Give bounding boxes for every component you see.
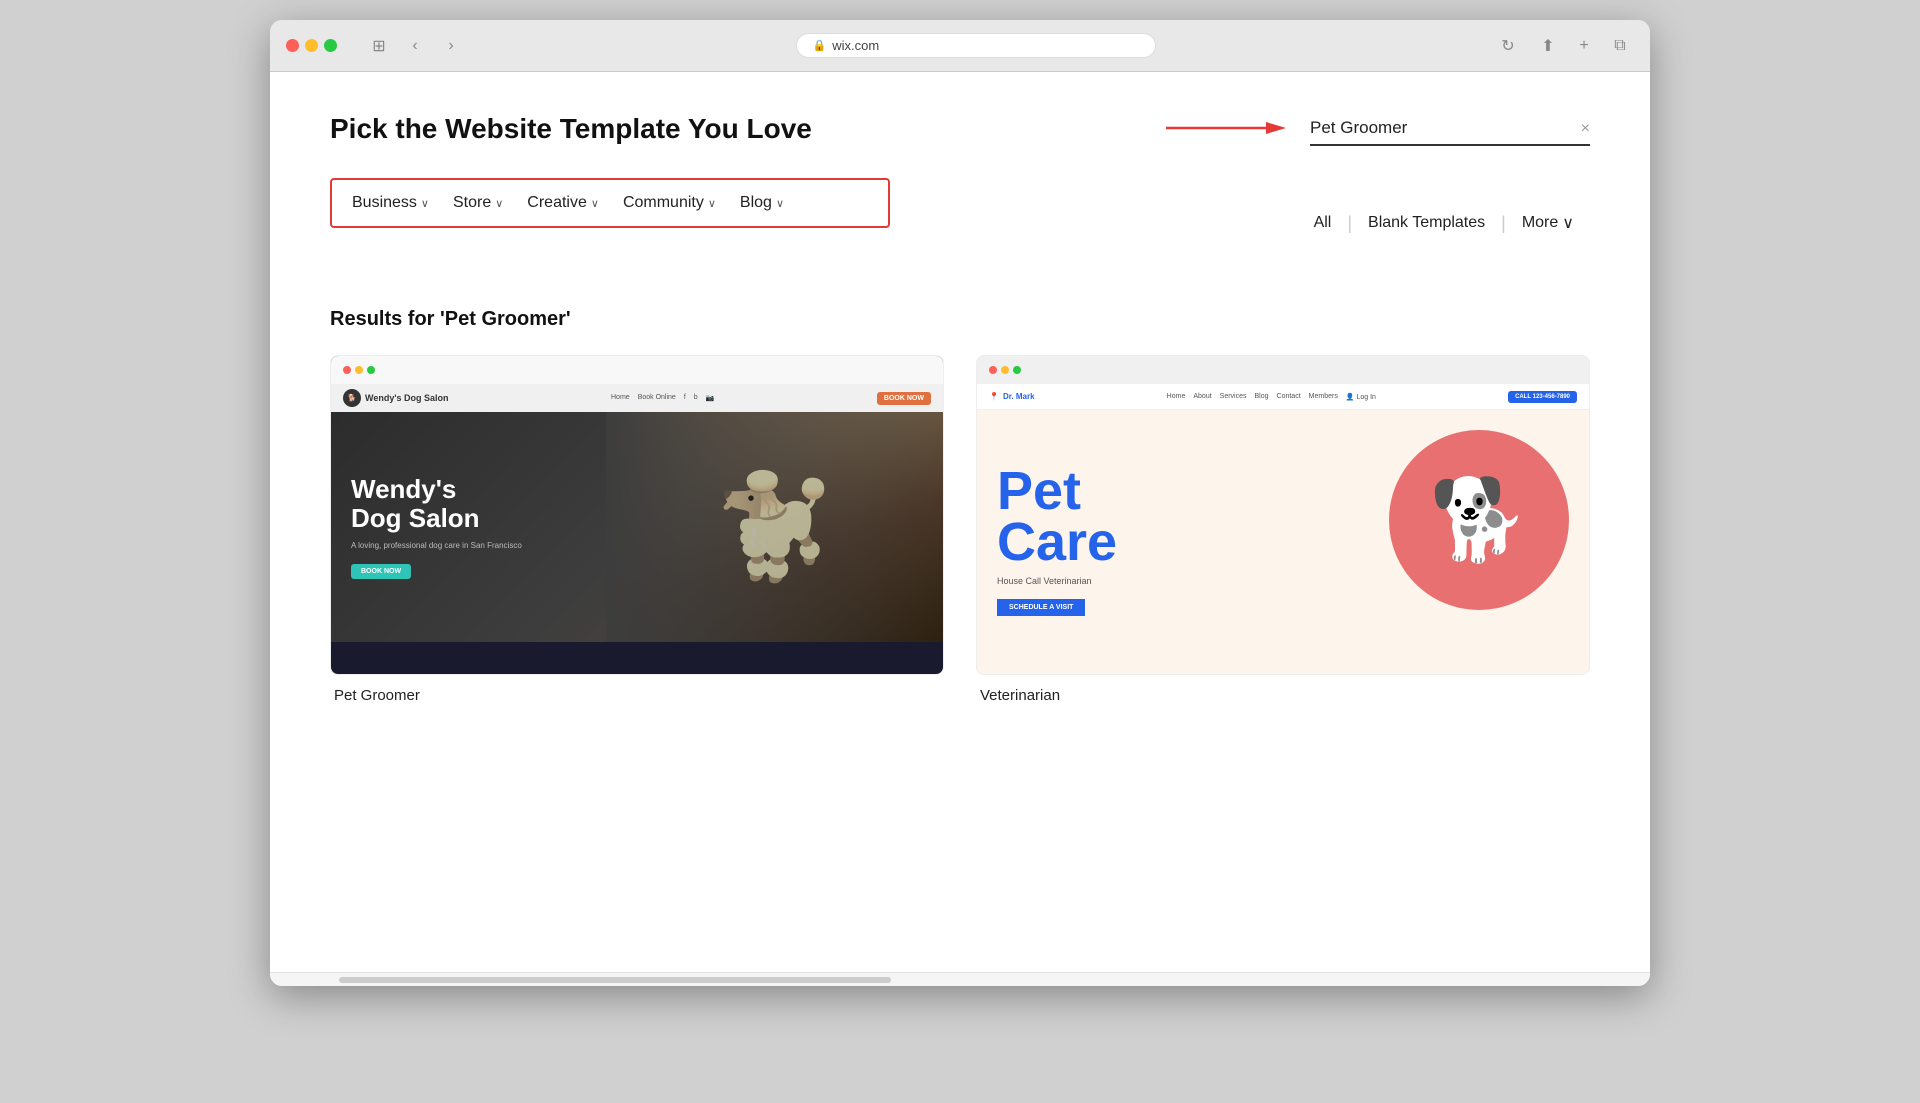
topbar-dots xyxy=(343,366,375,374)
filter-all[interactable]: All xyxy=(1298,214,1348,232)
nav-blog-label: Blog xyxy=(740,194,772,212)
wendys-hero-button: BOOK NOW xyxy=(351,564,411,579)
forward-button[interactable]: › xyxy=(437,32,465,60)
nav-creative-label: Creative xyxy=(527,194,587,212)
wendys-nav: 🐕 Wendy's Dog Salon Home Book Online f b… xyxy=(331,384,943,412)
tabs-button[interactable]: ⧉ xyxy=(1606,32,1634,60)
page-title: Pick the Website Template You Love xyxy=(330,112,812,146)
templates-grid: 🐕 Wendy's Dog Salon Home Book Online f b… xyxy=(330,355,1590,704)
share-button[interactable]: ⬆ xyxy=(1534,32,1562,60)
wendys-logo: 🐕 Wendy's Dog Salon xyxy=(343,389,448,407)
wendys-logo-icon: 🐕 xyxy=(343,389,361,407)
filter-right: All | Blank Templates | More ∨ xyxy=(1298,213,1590,234)
template-card-pet-groomer[interactable]: 🐕 Wendy's Dog Salon Home Book Online f b… xyxy=(330,355,944,704)
nav-filter-container: Business ∨ Store ∨ Creative ∨ Community … xyxy=(330,178,1590,268)
petcare-brand-name: Dr. Mark xyxy=(1003,392,1035,401)
petcare-dog-image: 🐕 xyxy=(1429,473,1529,567)
wendys-topbar xyxy=(331,356,943,384)
nav-store-label: Store xyxy=(453,194,491,212)
url-text: wix.com xyxy=(832,38,879,53)
results-heading: Results for 'Pet Groomer' xyxy=(330,308,1590,331)
petcare-dog-circle: 🐕 xyxy=(1389,430,1569,610)
petcare-dot-yellow xyxy=(1001,366,1009,374)
filter-more-label: More xyxy=(1522,214,1558,232)
petcare-logo-icon: 📍 xyxy=(989,392,999,401)
sidebar-toggle-button[interactable]: ⊞ xyxy=(365,32,393,60)
topbar-dot-yellow xyxy=(355,366,363,374)
minimize-button[interactable] xyxy=(305,39,318,52)
nav-items-left: Business ∨ Store ∨ Creative ∨ Community … xyxy=(352,194,784,212)
petcare-call-button: CALL 123-456-7890 xyxy=(1508,391,1577,403)
filter-blank-templates[interactable]: Blank Templates xyxy=(1352,214,1501,232)
nav-item-community[interactable]: Community ∨ xyxy=(623,194,716,212)
nav-community-label: Community xyxy=(623,194,704,212)
petcare-logo: 📍 Dr. Mark xyxy=(989,392,1035,401)
petcare-mock: 📍 Dr. Mark Home About Services Blog Cont… xyxy=(977,356,1589,674)
close-button[interactable] xyxy=(286,39,299,52)
scrollbar-area xyxy=(270,972,1650,986)
petcare-topbar xyxy=(977,356,1589,384)
petcare-hero: PetCare House Call Veterinarian SCHEDULE… xyxy=(977,410,1589,672)
nav-item-creative[interactable]: Creative ∨ xyxy=(527,194,599,212)
petcare-schedule-button: SCHEDULE A VISIT xyxy=(997,599,1085,616)
nav-item-blog[interactable]: Blog ∨ xyxy=(740,194,784,212)
blog-chevron-icon: ∨ xyxy=(776,197,784,210)
address-bar: 🔒 wix.com xyxy=(477,33,1474,58)
store-chevron-icon: ∨ xyxy=(495,197,503,210)
refresh-button[interactable]: ↻ xyxy=(1494,32,1522,60)
security-icon: 🔒 xyxy=(813,39,827,52)
petcare-hero-subtitle: House Call Veterinarian xyxy=(997,576,1117,586)
petcare-nav-links: Home About Services Blog Contact Members… xyxy=(1167,393,1376,401)
header-row: Pick the Website Template You Love × xyxy=(330,112,1590,146)
topbar-dot-red xyxy=(343,366,351,374)
topbar-dot-green xyxy=(367,366,375,374)
filter-more-dropdown[interactable]: More ∨ xyxy=(1506,213,1590,233)
fullscreen-button[interactable] xyxy=(324,39,337,52)
petcare-nav: 📍 Dr. Mark Home About Services Blog Cont… xyxy=(977,384,1589,410)
search-input[interactable] xyxy=(1310,112,1590,146)
petcare-dot-green xyxy=(1013,366,1021,374)
nav-business-label: Business xyxy=(352,194,417,212)
community-chevron-icon: ∨ xyxy=(708,197,716,210)
dog-image: 🐩 xyxy=(712,469,837,586)
nav-item-store[interactable]: Store ∨ xyxy=(453,194,503,212)
search-box: × xyxy=(1310,112,1590,146)
page-content: Pick the Website Template You Love × xyxy=(270,72,1650,972)
petcare-hero-title: PetCare xyxy=(997,466,1117,569)
browser-titlebar: ⊞ ‹ › 🔒 wix.com ↻ ⬆ + ⧉ xyxy=(270,20,1650,72)
search-clear-button[interactable]: × xyxy=(1581,120,1590,138)
browser-actions: ⬆ + ⧉ xyxy=(1534,32,1634,60)
wendys-brand-name: Wendy's Dog Salon xyxy=(365,393,448,403)
search-area: × xyxy=(1166,112,1590,146)
template-name-veterinarian: Veterinarian xyxy=(976,687,1590,704)
nav-item-business[interactable]: Business ∨ xyxy=(352,194,429,212)
url-input-display[interactable]: 🔒 wix.com xyxy=(796,33,1156,58)
wendys-book-now-button: BOOK NOW xyxy=(877,392,931,405)
creative-chevron-icon: ∨ xyxy=(591,197,599,210)
more-chevron-icon: ∨ xyxy=(1562,213,1574,233)
arrow-indicator xyxy=(1166,116,1286,140)
template-card-veterinarian[interactable]: 📍 Dr. Mark Home About Services Blog Cont… xyxy=(976,355,1590,704)
back-button[interactable]: ‹ xyxy=(401,32,429,60)
new-tab-button[interactable]: + xyxy=(1570,32,1598,60)
wendys-hero: Wendy'sDog Salon A loving, professional … xyxy=(331,412,943,642)
scrollbar-thumb[interactable] xyxy=(339,977,891,983)
dog-image-overlay: 🐩 xyxy=(606,412,943,642)
browser-window: ⊞ ‹ › 🔒 wix.com ↻ ⬆ + ⧉ Pick the Website… xyxy=(270,20,1650,986)
wendys-salon-mock: 🐕 Wendy's Dog Salon Home Book Online f b… xyxy=(331,356,943,674)
petcare-dot-red xyxy=(989,366,997,374)
browser-navigation: ⊞ ‹ › xyxy=(361,32,465,60)
category-nav: Business ∨ Store ∨ Creative ∨ Community … xyxy=(330,178,890,228)
traffic-lights xyxy=(286,39,337,52)
arrow-svg xyxy=(1166,116,1286,140)
business-chevron-icon: ∨ xyxy=(421,197,429,210)
template-name-pet-groomer: Pet Groomer xyxy=(330,687,944,704)
template-thumbnail-veterinarian: 📍 Dr. Mark Home About Services Blog Cont… xyxy=(976,355,1590,675)
petcare-hero-text: PetCare House Call Veterinarian SCHEDULE… xyxy=(997,466,1117,617)
template-thumbnail-pet-groomer: 🐕 Wendy's Dog Salon Home Book Online f b… xyxy=(330,355,944,675)
wendys-nav-links: Home Book Online f b 📷 xyxy=(611,394,714,402)
